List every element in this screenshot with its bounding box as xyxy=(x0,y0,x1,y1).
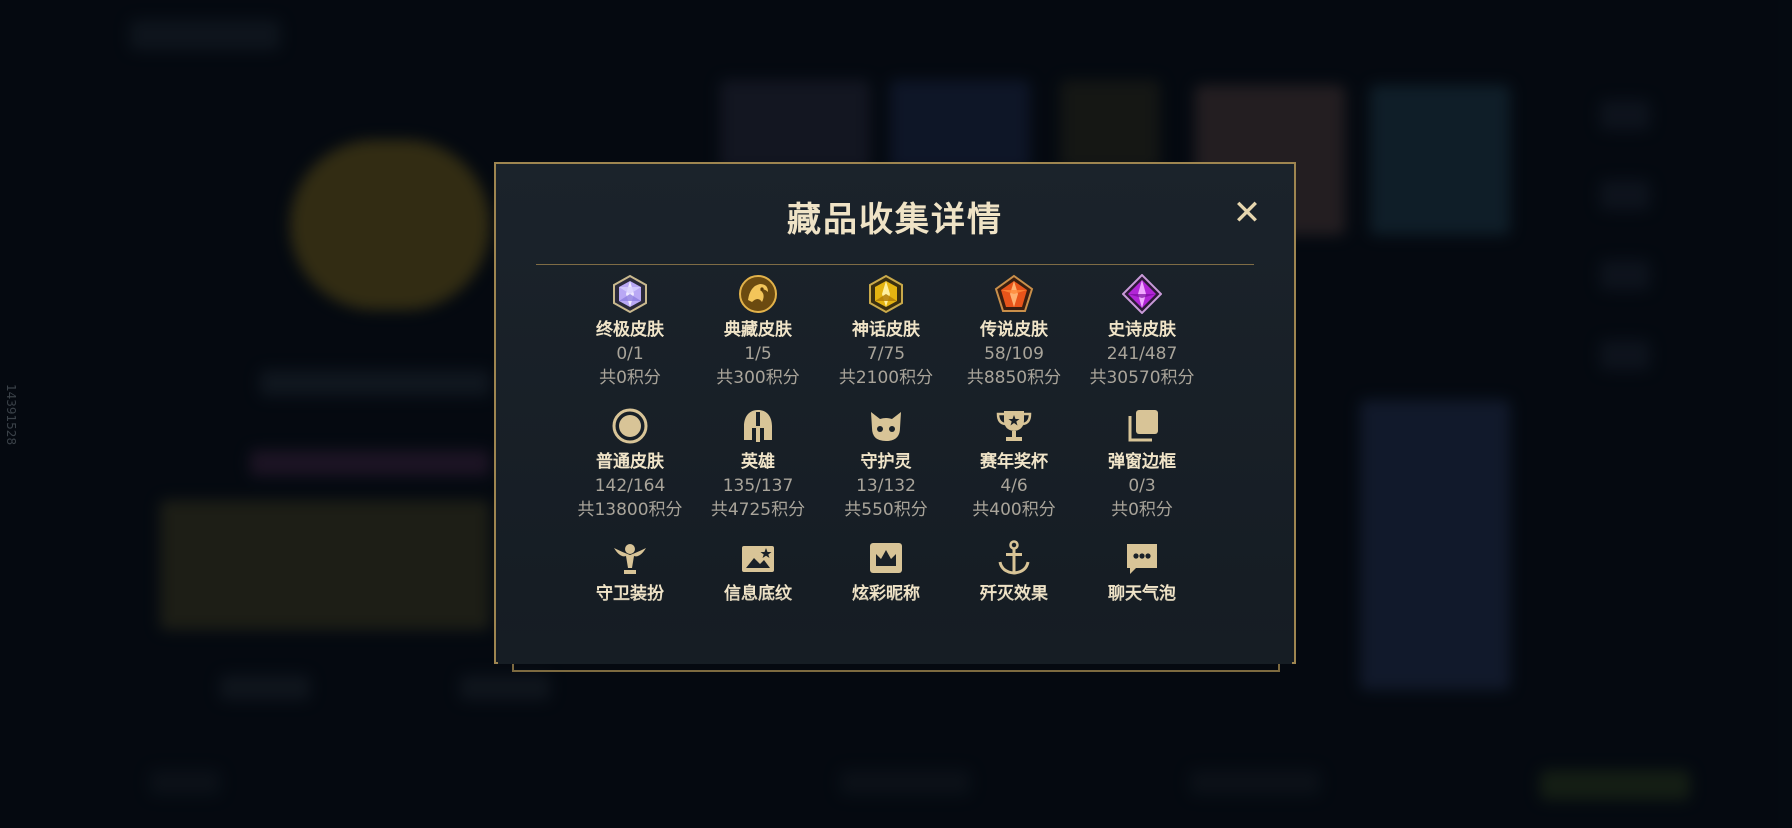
item-count: 241/487 xyxy=(1106,344,1178,364)
item-points: 共30570积分 xyxy=(1089,368,1195,388)
dialog-title: 藏品收集详情 xyxy=(787,200,1003,240)
item-name: 信息底纹 xyxy=(724,584,792,604)
collection-item-mythic-skins[interactable]: 神话皮肤 7/75 共2100积分 xyxy=(822,274,950,390)
collection-item-standard-skins[interactable]: 普通皮肤 142/164 共13800积分 xyxy=(566,406,694,522)
collection-item-ultimate-skins[interactable]: 终极皮肤 0/1 共0积分 xyxy=(566,274,694,390)
item-points: 共300积分 xyxy=(716,368,800,388)
little-legend-icon xyxy=(871,412,901,441)
item-count: 1/5 xyxy=(744,344,772,364)
item-count: 13/132 xyxy=(856,476,916,496)
item-name: 赛年奖杯 xyxy=(980,452,1048,472)
item-name: 守护灵 xyxy=(860,452,912,472)
collection-item-legendary-skins[interactable]: 传说皮肤 58/109 共8850积分 xyxy=(950,274,1078,390)
item-count: 58/109 xyxy=(984,344,1044,364)
item-name: 聊天气泡 xyxy=(1108,584,1176,604)
item-count: 135/137 xyxy=(722,476,794,496)
trophy-icon xyxy=(996,411,1032,441)
item-name: 歼灭效果 xyxy=(980,584,1048,604)
item-points: 共550积分 xyxy=(844,500,928,520)
item-points: 共0积分 xyxy=(599,368,661,388)
item-name: 终极皮肤 xyxy=(596,320,664,340)
item-count: 0/3 xyxy=(1128,476,1156,496)
item-points: 共0积分 xyxy=(1111,500,1173,520)
collection-item-nameplates[interactable]: 炫彩昵称 xyxy=(822,538,950,606)
dialog-bottom-trim xyxy=(512,664,1280,672)
item-name: 普通皮肤 xyxy=(596,452,664,472)
frames-icon xyxy=(1128,410,1158,442)
item-count: 7/75 xyxy=(866,344,906,364)
anchor-icon xyxy=(998,540,1030,575)
item-name: 神话皮肤 xyxy=(852,320,920,340)
collection-item-season-trophies[interactable]: 赛年奖杯 4/6 共400积分 xyxy=(950,406,1078,522)
collection-item-champions[interactable]: 英雄 135/137 共4725积分 xyxy=(694,406,822,522)
collection-item-ward-skins[interactable]: 守卫装扮 xyxy=(566,538,694,606)
item-name: 典藏皮肤 xyxy=(724,320,792,340)
mythic-gem-icon xyxy=(869,274,903,314)
chat-bubble-icon xyxy=(1127,544,1157,574)
item-points: 共13800积分 xyxy=(577,500,683,520)
helmet-icon xyxy=(744,410,772,442)
collection-details-dialog: 藏品收集详情 ✕ 终极皮肤 0/1 共0积分 典藏皮肤 1/5 共300积分 神… xyxy=(494,162,1296,664)
collection-item-popup-frames[interactable]: 弹窗边框 0/3 共0积分 xyxy=(1078,406,1206,522)
item-count: 142/164 xyxy=(594,476,666,496)
item-points: 共2100积分 xyxy=(838,368,934,388)
item-name: 守卫装扮 xyxy=(596,584,664,604)
collection-item-boom-effects[interactable]: 歼灭效果 xyxy=(950,538,1078,606)
collection-item-epic-skins[interactable]: 史诗皮肤 241/487 共30570积分 xyxy=(1078,274,1206,390)
item-name: 弹窗边框 xyxy=(1108,452,1176,472)
item-name: 英雄 xyxy=(741,452,775,472)
title-divider xyxy=(536,264,1254,265)
crown-card-icon xyxy=(870,543,902,573)
collection-item-banners[interactable]: 信息底纹 xyxy=(694,538,822,606)
close-button[interactable]: ✕ xyxy=(1232,196,1262,230)
side-id-text: 14391528 xyxy=(4,384,18,446)
collection-item-little-legends[interactable]: 守护灵 13/132 共550积分 xyxy=(822,406,950,522)
legendary-gem-icon xyxy=(994,274,1034,312)
item-name: 传说皮肤 xyxy=(980,320,1048,340)
item-points: 共4725积分 xyxy=(710,500,806,520)
item-count: 0/1 xyxy=(616,344,644,364)
item-points: 共8850积分 xyxy=(966,368,1062,388)
epic-gem-icon xyxy=(1122,274,1162,314)
ultimate-gem-icon xyxy=(613,274,647,314)
collection-item-chat-bubbles[interactable]: 聊天气泡 xyxy=(1078,538,1206,606)
item-points: 共400积分 xyxy=(972,500,1056,520)
standard-circle-icon xyxy=(612,408,648,444)
item-count: 4/6 xyxy=(1000,476,1028,496)
item-name: 炫彩昵称 xyxy=(852,584,920,604)
item-name: 史诗皮肤 xyxy=(1108,320,1176,340)
ward-icon xyxy=(614,544,646,574)
exalted-dragon-icon xyxy=(739,275,777,313)
banner-icon xyxy=(742,546,774,572)
collection-item-exalted-skins[interactable]: 典藏皮肤 1/5 共300积分 xyxy=(694,274,822,390)
